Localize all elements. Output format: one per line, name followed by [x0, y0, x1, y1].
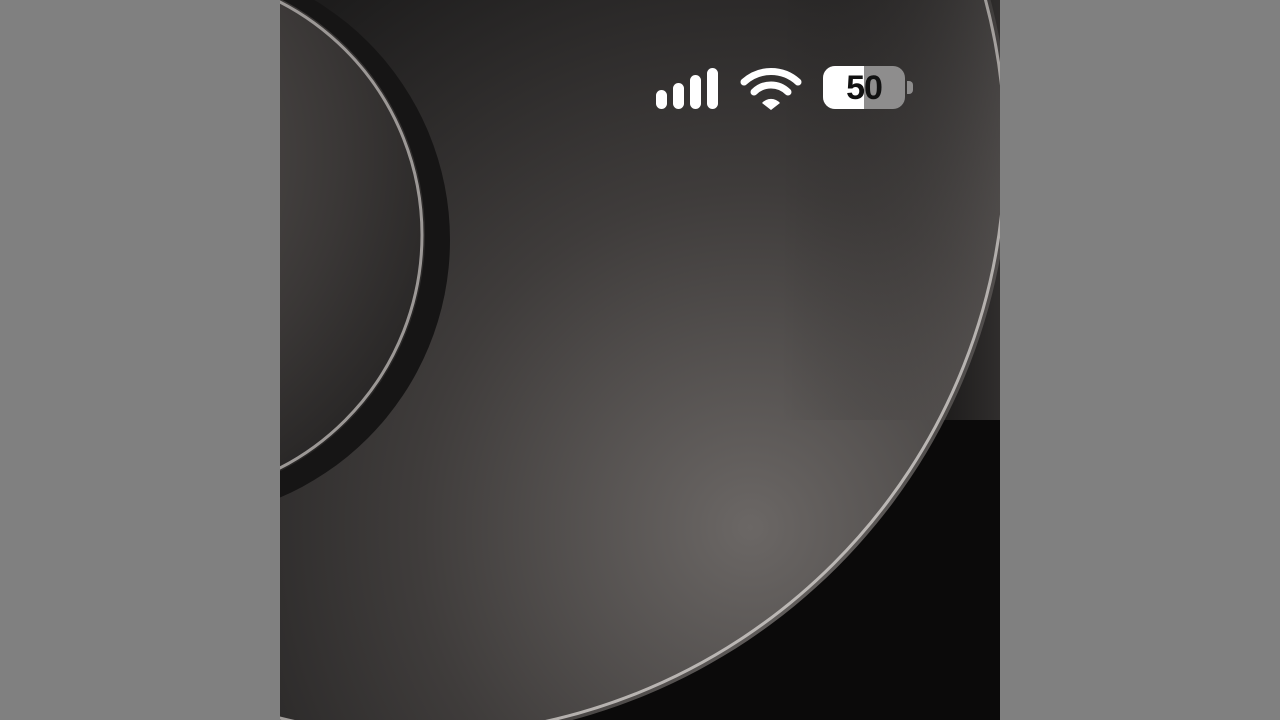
battery-tip: [907, 81, 913, 94]
status-bar: 50: [280, 0, 1000, 120]
battery-icon: 50: [823, 66, 905, 109]
battery-level-text: 50: [846, 69, 883, 107]
background-canvas: 50: [0, 0, 1280, 720]
wifi-icon: [740, 68, 802, 110]
cellular-signal-icon: [656, 68, 718, 109]
phone-lock-screen: 50: [280, 0, 1000, 720]
battery-indicator: 50: [823, 66, 913, 110]
